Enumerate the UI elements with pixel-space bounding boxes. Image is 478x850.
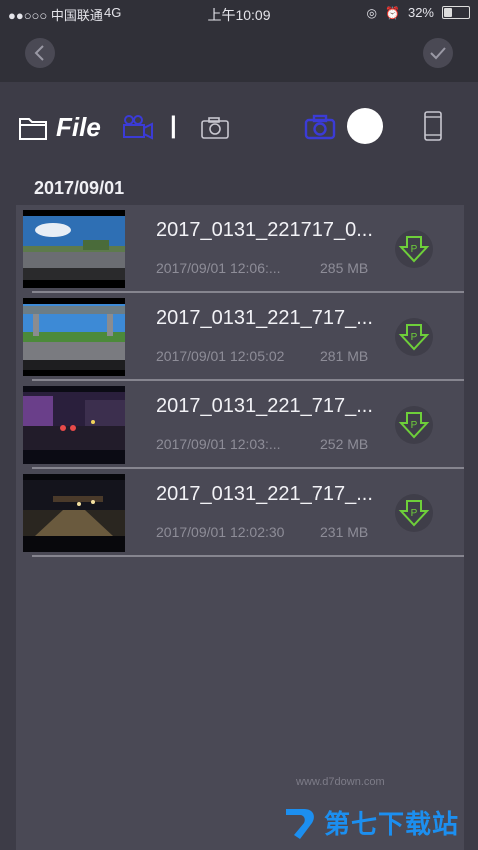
camera-icon (201, 117, 229, 139)
camera-mode-button[interactable] (304, 114, 336, 140)
video-thumbnail (23, 298, 125, 376)
video-camera-icon (123, 115, 153, 140)
svg-text:P: P (411, 508, 418, 519)
date-group-header: 2017/09/01 (34, 178, 125, 198)
chevron-left-icon (34, 45, 44, 61)
download-icon: P (395, 230, 433, 268)
file-label: File (56, 112, 101, 142)
camera-icon (304, 114, 336, 140)
file-toolbar: File | (0, 96, 478, 160)
video-thumbnail (23, 386, 125, 464)
confirm-button[interactable] (423, 38, 453, 68)
mode-toggle[interactable] (347, 108, 383, 144)
file-size: 285 MB (320, 260, 369, 276)
file-list: 2017_0131_221717_0... 2017/09/01 12:06:.… (16, 205, 464, 850)
navigation-bar (0, 26, 478, 82)
file-name: 2017_0131_221_717_... (156, 395, 373, 417)
file-name: 2017_0131_221_717_... (156, 307, 373, 329)
watermark: 第七下载站 (282, 804, 459, 841)
download-icon: P (395, 406, 433, 444)
battery-icon (442, 6, 470, 19)
watermark-text: 第七下载站 (324, 809, 460, 839)
file-title: File (18, 112, 101, 143)
toolbar-divider: | (170, 112, 177, 139)
tab-photo[interactable] (200, 116, 230, 140)
download-button[interactable]: P (394, 405, 434, 445)
file-size: 281 MB (320, 348, 369, 364)
svg-text:P: P (411, 244, 418, 255)
file-size: 231 MB (320, 524, 369, 540)
check-icon (430, 47, 446, 60)
phone-icon (424, 111, 442, 141)
list-item[interactable]: 2017_0131_221_717_... 2017/09/01 12:03:.… (16, 381, 464, 469)
alarm-icon: ⏰ (385, 5, 400, 20)
battery-fill (444, 8, 452, 17)
svg-text:P: P (411, 420, 418, 431)
battery-percent: 32% (407, 5, 434, 20)
video-thumbnail (23, 474, 125, 552)
download-icon: P (395, 318, 433, 356)
list-item[interactable]: 2017_0131_221_717_... 2017/09/01 12:02:3… (16, 469, 464, 557)
video-thumbnail (23, 210, 125, 288)
list-item[interactable]: 2017_0131_221717_0... 2017/09/01 12:06:.… (16, 205, 464, 293)
file-size: 252 MB (320, 436, 369, 452)
folder-icon (19, 117, 47, 140)
watermark-url: www.d7down.com (296, 776, 385, 788)
phone-storage-button[interactable] (423, 110, 443, 142)
status-bar: ●●○○○ 中国联通 4G 上午10:09 ◎ ⏰ 32% (0, 0, 478, 26)
list-item[interactable]: 2017_0131_221_717_... 2017/09/01 12:05:0… (16, 293, 464, 381)
row-divider (32, 555, 464, 557)
file-datetime: 2017/09/01 12:02:30 (156, 524, 285, 540)
download-button[interactable]: P (394, 317, 434, 357)
lock-rotation-icon: ◎ (366, 5, 378, 20)
file-datetime: 2017/09/01 12:03:... (156, 436, 281, 452)
watermark-logo-icon (286, 808, 314, 839)
download-button[interactable]: P (394, 493, 434, 533)
file-name: 2017_0131_221_717_... (156, 483, 373, 505)
svg-text:P: P (411, 332, 418, 343)
download-button[interactable]: P (394, 229, 434, 269)
download-icon: P (395, 494, 433, 532)
file-datetime: 2017/09/01 12:06:... (156, 260, 281, 276)
tab-video[interactable] (122, 114, 154, 140)
file-name: 2017_0131_221717_0... (156, 219, 373, 241)
file-datetime: 2017/09/01 12:05:02 (156, 348, 285, 364)
back-button[interactable] (25, 38, 55, 68)
